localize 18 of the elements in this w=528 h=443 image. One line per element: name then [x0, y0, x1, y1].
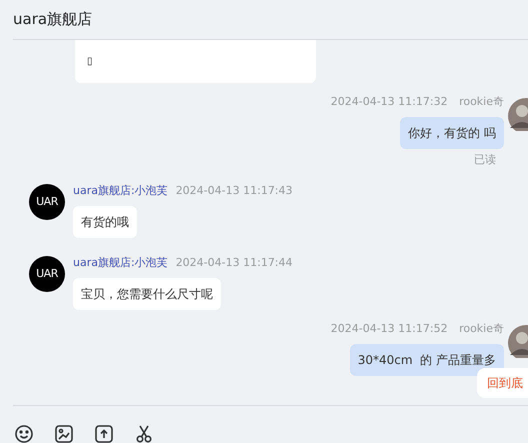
sender-name: rookie奇 [459, 95, 504, 108]
message-time: 2024-04-13 11:17:32 [330, 95, 448, 108]
message-time: 2024-04-13 11:17:44 [176, 256, 293, 269]
message-time: 2024-04-13 11:17:52 [330, 322, 448, 335]
broken-image-glyph: ▯ [87, 56, 93, 67]
shop-logo: UAR [29, 256, 65, 292]
message-time: 2024-04-13 11:17:43 [176, 184, 293, 197]
back-to-bottom-button[interactable]: 回到底 [477, 368, 528, 398]
shop-logo: UAR [29, 184, 65, 220]
message-bubble: 你好，有货的 吗 [400, 117, 504, 149]
sender-name: uara旗舰店:小泡芙 [73, 256, 168, 269]
message-bubble: 有货的哦 [73, 206, 137, 238]
sender-name: uara旗舰店:小泡芙 [73, 184, 168, 197]
chat-title: uara旗舰店 [13, 9, 92, 30]
message-bubble: 30*40cm 的 产品重量多 [350, 344, 504, 376]
message-bubble: 宝贝，您需要什么尺寸呢 [73, 278, 221, 310]
sender-name: rookie奇 [459, 322, 504, 335]
read-status: 已读 [474, 153, 496, 166]
